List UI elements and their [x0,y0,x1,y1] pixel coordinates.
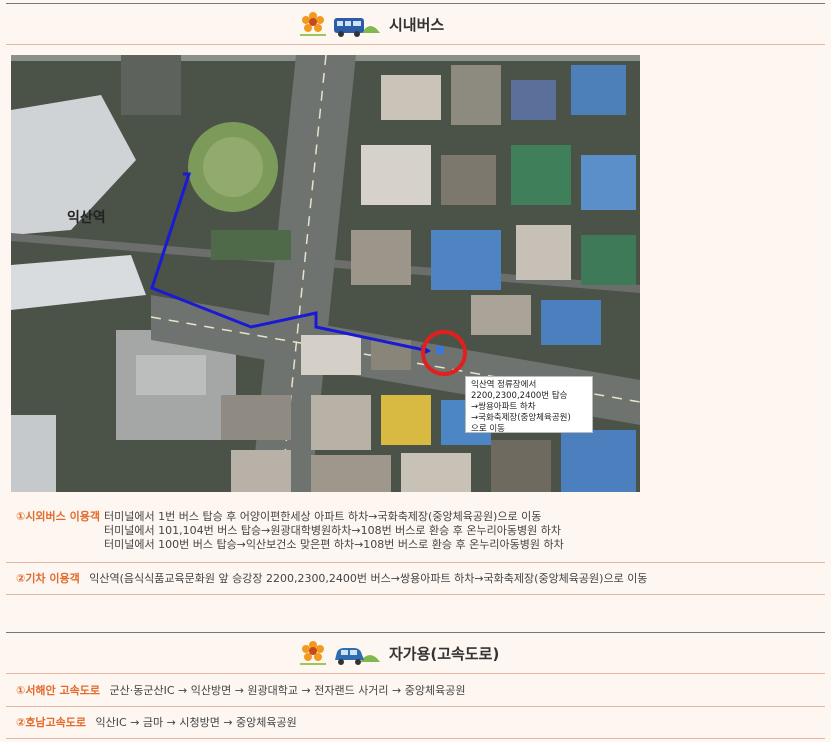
callout-line: 2200,2300,2400번 탑승 [471,391,568,401]
honam-text: 익산IC → 금마 → 시청방면 → 중앙체육공원 [95,716,297,729]
section-header-car: 자가용(고속도로) [6,632,825,674]
west-coast-info: ①서해안 고속도로 군산·동군산IC → 익산방면 → 원광대학교 → 전자랜드… [6,674,825,707]
train-info: ②기차 이용객 익산역(음식식품교육문화원 앞 승강장 2200,2300,24… [6,562,825,595]
train-row: ②기차 이용객 익산역(음식식품교육문화원 앞 승강장 2200,2300,24… [16,572,647,586]
west-row: ①서해안 고속도로 군산·동군산IC → 익산방면 → 원광대학교 → 전자랜드… [16,684,465,698]
intercity-line: 터미널에서 100번 버스 탑승→익산보건소 맞은편 하차→108번 버스로 환… [104,538,564,551]
car-icon [335,648,380,665]
section-header-city-bus: 시내버스 [6,3,825,45]
honam-row: ②호남고속도로 익산IC → 금마 → 시청방면 → 중앙체육공원 [16,716,297,730]
flower-icon [300,641,326,665]
section-divider [6,44,825,45]
callout-line: →쌍용아파트 하차 [471,402,536,412]
callout-line: 으로 이동 [471,424,505,434]
callout-line: →국화축제장(중앙체육공원) [471,413,571,423]
flower-icon [300,12,326,36]
station-label: 익산역 [67,210,106,226]
west-label: ①서해안 고속도로 [16,684,100,697]
west-text: 군산·동군산IC → 익산방면 → 원광대학교 → 전자랜드 사거리 → 중앙체… [109,684,466,697]
train-label: ②기차 이용객 [16,572,80,585]
intercity-row: ①시외버스 이용객 [16,510,100,524]
satellite-map[interactable]: 익산역 익산역 정류장에서 2200,2300,2400번 탑승 →쌍용아파트 … [11,55,640,492]
section-title: 자가용(고속도로) [389,645,500,663]
callout-line: 익산역 정류장에서 [471,380,537,390]
honam-info: ②호남고속도로 익산IC → 금마 → 시청방면 → 중앙체육공원 [6,706,825,739]
intercity-line: 터미널에서 101,104번 버스 탑승→원광대학병원하차→108번 버스로 환… [104,524,561,537]
map-callout: 익산역 정류장에서 2200,2300,2400번 탑승 →쌍용아파트 하차 →… [465,376,593,434]
intercity-bus-info: ①시외버스 이용객 터미널에서 1번 버스 탑승 후 어양이편한세상 아파트 하… [6,500,825,563]
intercity-line: 터미널에서 1번 버스 탑승 후 어양이편한세상 아파트 하차→국화축제장(중앙… [104,510,542,523]
section-title: 시내버스 [389,16,445,34]
intercity-label: ①시외버스 이용객 [16,510,100,523]
bus-icon [334,18,380,37]
honam-label: ②호남고속도로 [16,716,87,729]
train-text: 익산역(음식식품교육문화원 앞 승강장 2200,2300,2400번 버스→쌍… [89,572,648,585]
